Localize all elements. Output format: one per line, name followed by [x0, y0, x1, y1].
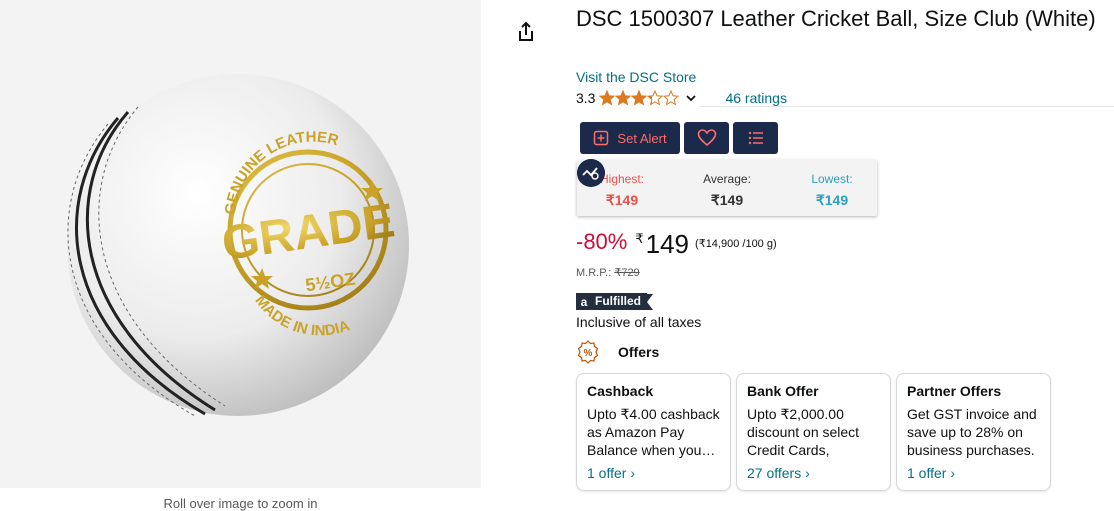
offer-card-cashback[interactable]: Cashback Upto ₹4.00 cashback as Amazon P…	[576, 373, 731, 491]
taxes-note: Inclusive of all taxes	[576, 314, 702, 330]
wishlist-button[interactable]	[684, 122, 729, 154]
offers-badge-icon: %	[577, 340, 599, 364]
price-lowest: Lowest: ₹149	[787, 172, 877, 209]
star-rating[interactable]	[599, 90, 680, 106]
price-lowest-label: Lowest:	[811, 172, 853, 186]
share-icon[interactable]	[514, 20, 538, 44]
star-icon	[663, 90, 680, 106]
price-tracker-logo-icon[interactable]	[577, 159, 605, 187]
ratings-count-link[interactable]: 46 ratings	[725, 90, 786, 106]
list-icon	[748, 131, 763, 145]
product-title: DSC 1500307 Leather Cricket Ball, Size C…	[576, 6, 1096, 31]
offer-card-title: Bank Offer	[747, 383, 819, 399]
price-average-value: ₹149	[710, 192, 744, 208]
mrp-value: ₹729	[614, 267, 640, 279]
offer-card-bank[interactable]: Bank Offer Upto ₹2,000.00 discount on se…	[736, 373, 891, 491]
heart-icon	[697, 129, 716, 147]
svg-text:%: %	[584, 348, 593, 359]
discount-percent: -80%	[576, 229, 628, 254]
star-icon	[599, 90, 616, 106]
chevron-down-icon[interactable]	[685, 92, 697, 104]
cricket-ball-image[interactable]: GENUINE LEATHER GRADE 5½OZ MADE IN INDIA	[0, 0, 481, 488]
set-alert-button[interactable]: Set Alert	[580, 122, 680, 154]
fulfilled-label: Fulfilled	[592, 293, 647, 310]
amazon-logo-icon: a	[576, 293, 592, 310]
list-button[interactable]	[733, 122, 778, 154]
set-alert-label: Set Alert	[617, 130, 667, 146]
price-average: Average: ₹149	[682, 172, 772, 209]
price-tracker: Highest: ₹149 Average: ₹149 Lowest: ₹149	[577, 160, 877, 216]
offer-card-partner[interactable]: Partner Offers Get GST invoice and save …	[896, 373, 1051, 491]
currency-symbol: ₹	[635, 231, 644, 246]
price-row: -80% ₹ 149 (₹14,900 /100 g)	[576, 229, 777, 259]
offer-card-desc: Upto ₹4.00 cashback as Amazon Pay Balanc…	[587, 406, 720, 458]
star-icon	[615, 90, 632, 106]
offer-card-desc: Upto ₹2,000.00 discount on select Credit…	[747, 406, 860, 458]
offers-heading: Offers	[618, 344, 660, 360]
offer-card-title: Partner Offers	[907, 383, 1002, 399]
mrp: M.R.P.: ₹729	[576, 266, 640, 279]
mrp-label: M.R.P.:	[576, 267, 612, 279]
rating-value: 3.3	[576, 90, 596, 106]
offer-card-link[interactable]: 1 offer ›	[907, 465, 1040, 481]
offer-card-link[interactable]: 1 offer ›	[587, 465, 720, 481]
unit-price: (₹14,900 /100 g)	[695, 238, 777, 250]
price-highest-value: ₹149	[605, 192, 639, 208]
offer-card-link[interactable]: 27 offers ›	[747, 465, 880, 481]
offer-card-desc: Get GST invoice and save up to 28% on bu…	[907, 406, 1037, 458]
star-icon	[647, 90, 664, 106]
price-amount: 149	[645, 229, 690, 259]
zoom-hint: Roll over image to zoom in	[163, 496, 318, 511]
divider	[700, 106, 1114, 107]
store-link[interactable]: Visit the DSC Store	[576, 69, 696, 85]
badge-tail	[647, 293, 653, 310]
plus-square-icon	[594, 130, 609, 146]
star-icon	[631, 90, 648, 106]
fulfilled-badge[interactable]: a Fulfilled	[576, 293, 653, 310]
rating-row: 3.3 46 ratings	[576, 88, 787, 108]
price-lowest-value: ₹149	[815, 192, 849, 208]
offer-card-title: Cashback	[587, 383, 654, 399]
product-image-panel[interactable]: GENUINE LEATHER GRADE 5½OZ MADE IN INDIA	[0, 0, 481, 488]
price-average-label: Average:	[703, 172, 751, 186]
